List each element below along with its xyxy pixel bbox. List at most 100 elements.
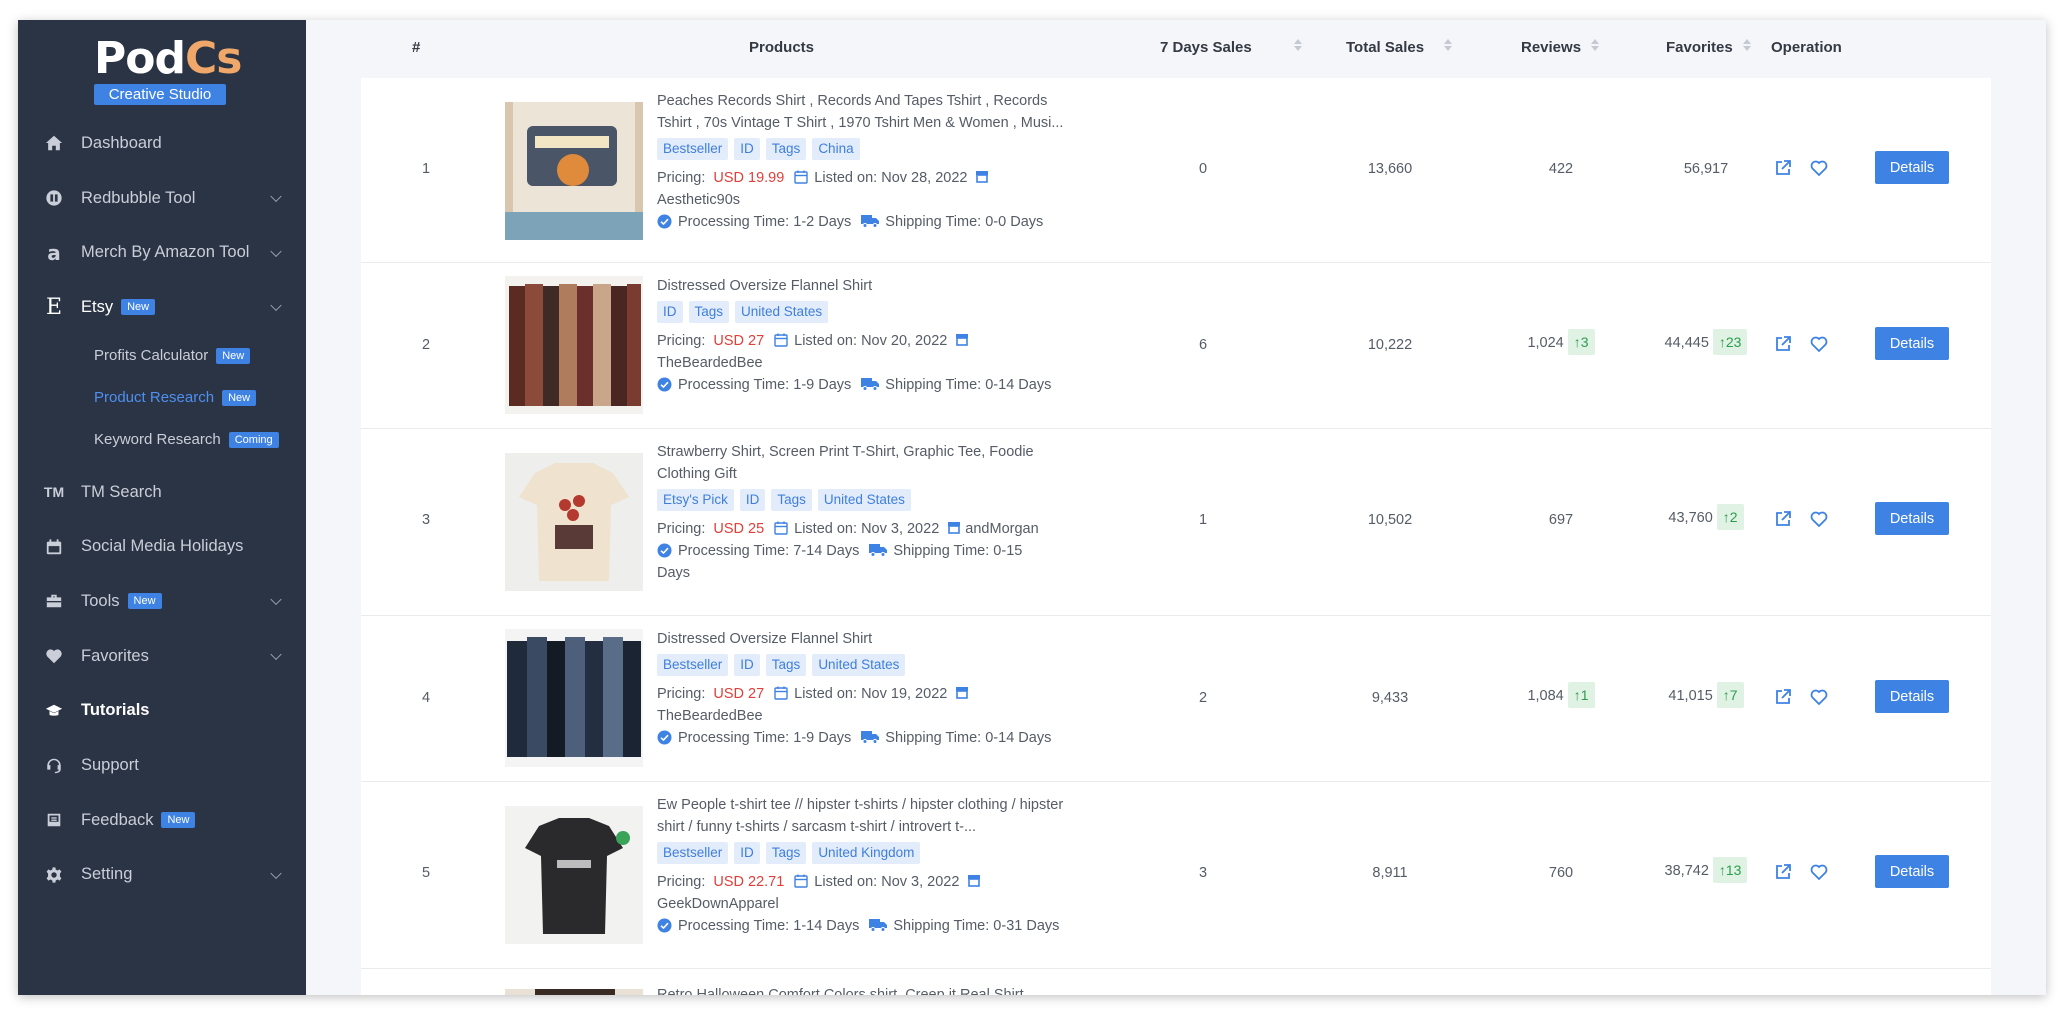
favorites-value: 38,742 (1664, 863, 1709, 879)
shop-name[interactable]: TheBeardedBee (657, 705, 1077, 727)
sidebar-item-etsy[interactable]: E Etsy New (18, 280, 306, 335)
tag-badge[interactable]: ID (734, 842, 760, 864)
product-title[interactable]: Distressed Oversize Flannel Shirt (657, 628, 1077, 650)
product-title[interactable]: Peaches Records Shirt , Records And Tape… (657, 90, 1077, 134)
total-sales-value: 13,660 (1367, 161, 1413, 177)
sidebar-item-label: Setting (81, 865, 133, 884)
etsy-icon: E (45, 294, 63, 320)
operation-cell: Details (1774, 502, 1949, 535)
external-link-icon[interactable] (1774, 863, 1792, 881)
sidebar-item-redbubble[interactable]: Redbubble Tool (18, 171, 306, 226)
details-button[interactable]: Details (1875, 151, 1949, 184)
table-row: 3 Strawberry Shirt, Screen Print T-Shirt… (361, 429, 1991, 616)
details-button[interactable]: Details (1875, 327, 1949, 360)
sidebar-item-support[interactable]: Support (18, 738, 306, 793)
feedback-icon (44, 810, 64, 830)
details-button[interactable]: Details (1875, 855, 1949, 888)
reviews-value: 1,084 (1527, 688, 1564, 704)
tag-badge[interactable]: China (812, 138, 860, 160)
tag-badge[interactable]: Tags (765, 842, 807, 864)
heart-outline-icon[interactable] (1810, 335, 1828, 353)
sidebar-item-label: Favorites (81, 646, 149, 665)
pricing-line: Pricing: USD 27 Listed on: Nov 19, 2022 (657, 683, 1077, 705)
sidebar-subitem-keyword-research[interactable]: Keyword Research Coming (18, 419, 306, 461)
tag-badge[interactable]: Etsy's Pick (657, 489, 734, 511)
brand-logo[interactable]: PodCs Creative Studio (94, 34, 242, 105)
sidebar-item-tm-search[interactable]: TM TM Search (18, 465, 306, 520)
external-link-icon[interactable] (1774, 159, 1792, 177)
tag-badge[interactable]: United States (812, 654, 906, 676)
product-thumbnail[interactable] (505, 629, 643, 767)
product-thumbnail[interactable] (505, 806, 643, 944)
tag-badge[interactable]: Bestseller (657, 138, 729, 160)
tag-badge[interactable]: ID (734, 138, 760, 160)
details-button[interactable]: Details (1875, 680, 1949, 713)
heart-outline-icon[interactable] (1810, 863, 1828, 881)
sidebar-item-label: TM Search (81, 482, 162, 501)
tag-badge[interactable]: Tags (688, 301, 730, 323)
tag-badge[interactable]: Tags (771, 489, 812, 511)
sidebar-nav: Dashboard Redbubble Tool a Merch By Amaz… (18, 116, 306, 902)
favorites-increase-value: 13 (1725, 862, 1742, 878)
column-header-7-days-sales[interactable]: 7 Days Sales (1160, 20, 1252, 78)
product-title[interactable]: Ew People t-shirt tee // hipster t-shirt… (657, 794, 1077, 838)
sales7-value: 1 (1198, 512, 1208, 528)
column-header-total-sales[interactable]: Total Sales (1346, 20, 1424, 78)
sidebar-item-tutorials[interactable]: Tutorials (18, 684, 306, 739)
product-thumbnail[interactable] (505, 989, 643, 995)
reviews-value: 1,024 (1527, 335, 1564, 351)
sidebar-item-feedback[interactable]: Feedback New (18, 793, 306, 848)
shop-name[interactable]: Aesthetic90s (657, 189, 1077, 211)
details-button[interactable]: Details (1875, 502, 1949, 535)
pricing-line: Pricing: USD 25 Listed on: Nov 3, 2022 and… (657, 518, 1077, 540)
tag-badge[interactable]: Tags (765, 654, 807, 676)
tag-badge[interactable]: Tags (765, 138, 807, 160)
truck-icon (869, 544, 888, 557)
heart-outline-icon[interactable] (1810, 688, 1828, 706)
product-thumbnail[interactable] (505, 276, 643, 414)
column-header-favorites[interactable]: Favorites (1666, 20, 1733, 78)
tag-badge[interactable]: United Kingdom (812, 842, 921, 864)
tag-badge[interactable]: ID (734, 654, 760, 676)
external-link-icon[interactable] (1774, 335, 1792, 353)
sidebar-item-dashboard[interactable]: Dashboard (18, 116, 306, 171)
sidebar-item-merch-by-amazon[interactable]: a Merch By Amazon Tool (18, 225, 306, 280)
product-title[interactable]: Retro Halloween Comfort Colors shirt, Cr… (657, 984, 1077, 995)
operation-cell: Details (1774, 327, 1949, 360)
tag-badge[interactable]: ID (657, 301, 683, 323)
tag-badge[interactable]: United States (817, 489, 911, 511)
product-thumbnail[interactable] (505, 453, 643, 591)
sidebar-item-favorites[interactable]: Favorites (18, 629, 306, 684)
shipping-value: 0-31 Days (993, 918, 1060, 934)
product-title[interactable]: Strawberry Shirt, Screen Print T-Shirt, … (657, 441, 1077, 485)
store-icon (976, 171, 989, 183)
processing-value: 1-14 Days (793, 918, 860, 934)
sidebar-item-label: Social Media Holidays (81, 537, 244, 556)
external-link-icon[interactable] (1774, 688, 1792, 706)
sidebar-item-setting[interactable]: Setting (18, 848, 306, 903)
product-info: Distressed Oversize Flannel Shirt Bestse… (657, 628, 1077, 749)
sidebar-item-social-media-holidays[interactable]: Social Media Holidays (18, 519, 306, 574)
calendar-icon (774, 686, 788, 700)
product-title[interactable]: Distressed Oversize Flannel Shirt (657, 275, 1077, 297)
product-info: Strawberry Shirt, Screen Print T-Shirt, … (657, 441, 1077, 584)
reviews-value: 760 (1548, 865, 1574, 881)
external-link-icon[interactable] (1774, 510, 1792, 528)
sidebar-subitem-product-research[interactable]: Product Research New (18, 377, 306, 419)
chevron-down-icon (270, 190, 282, 203)
sidebar-subitem-profits-calculator[interactable]: Profits Calculator New (18, 335, 306, 377)
table-header: # Products 7 Days Sales Total Sales Revi… (361, 20, 1991, 78)
tag-badge[interactable]: ID (739, 489, 766, 511)
column-header-reviews[interactable]: Reviews (1521, 20, 1581, 78)
shop-name[interactable]: GeekDownApparel (657, 893, 1077, 915)
product-thumbnail[interactable] (505, 102, 643, 240)
heart-outline-icon[interactable] (1810, 159, 1828, 177)
heart-outline-icon[interactable] (1810, 510, 1828, 528)
product-info: Ew People t-shirt tee // hipster t-shirt… (657, 794, 1077, 937)
sidebar-item-tools[interactable]: Tools New (18, 574, 306, 629)
shop-name[interactable]: andMorgan (965, 521, 1038, 537)
tag-badge[interactable]: United States (735, 301, 829, 323)
tag-badge[interactable]: Bestseller (657, 842, 729, 864)
shop-name[interactable]: TheBeardedBee (657, 352, 1077, 374)
tag-badge[interactable]: Bestseller (657, 654, 729, 676)
